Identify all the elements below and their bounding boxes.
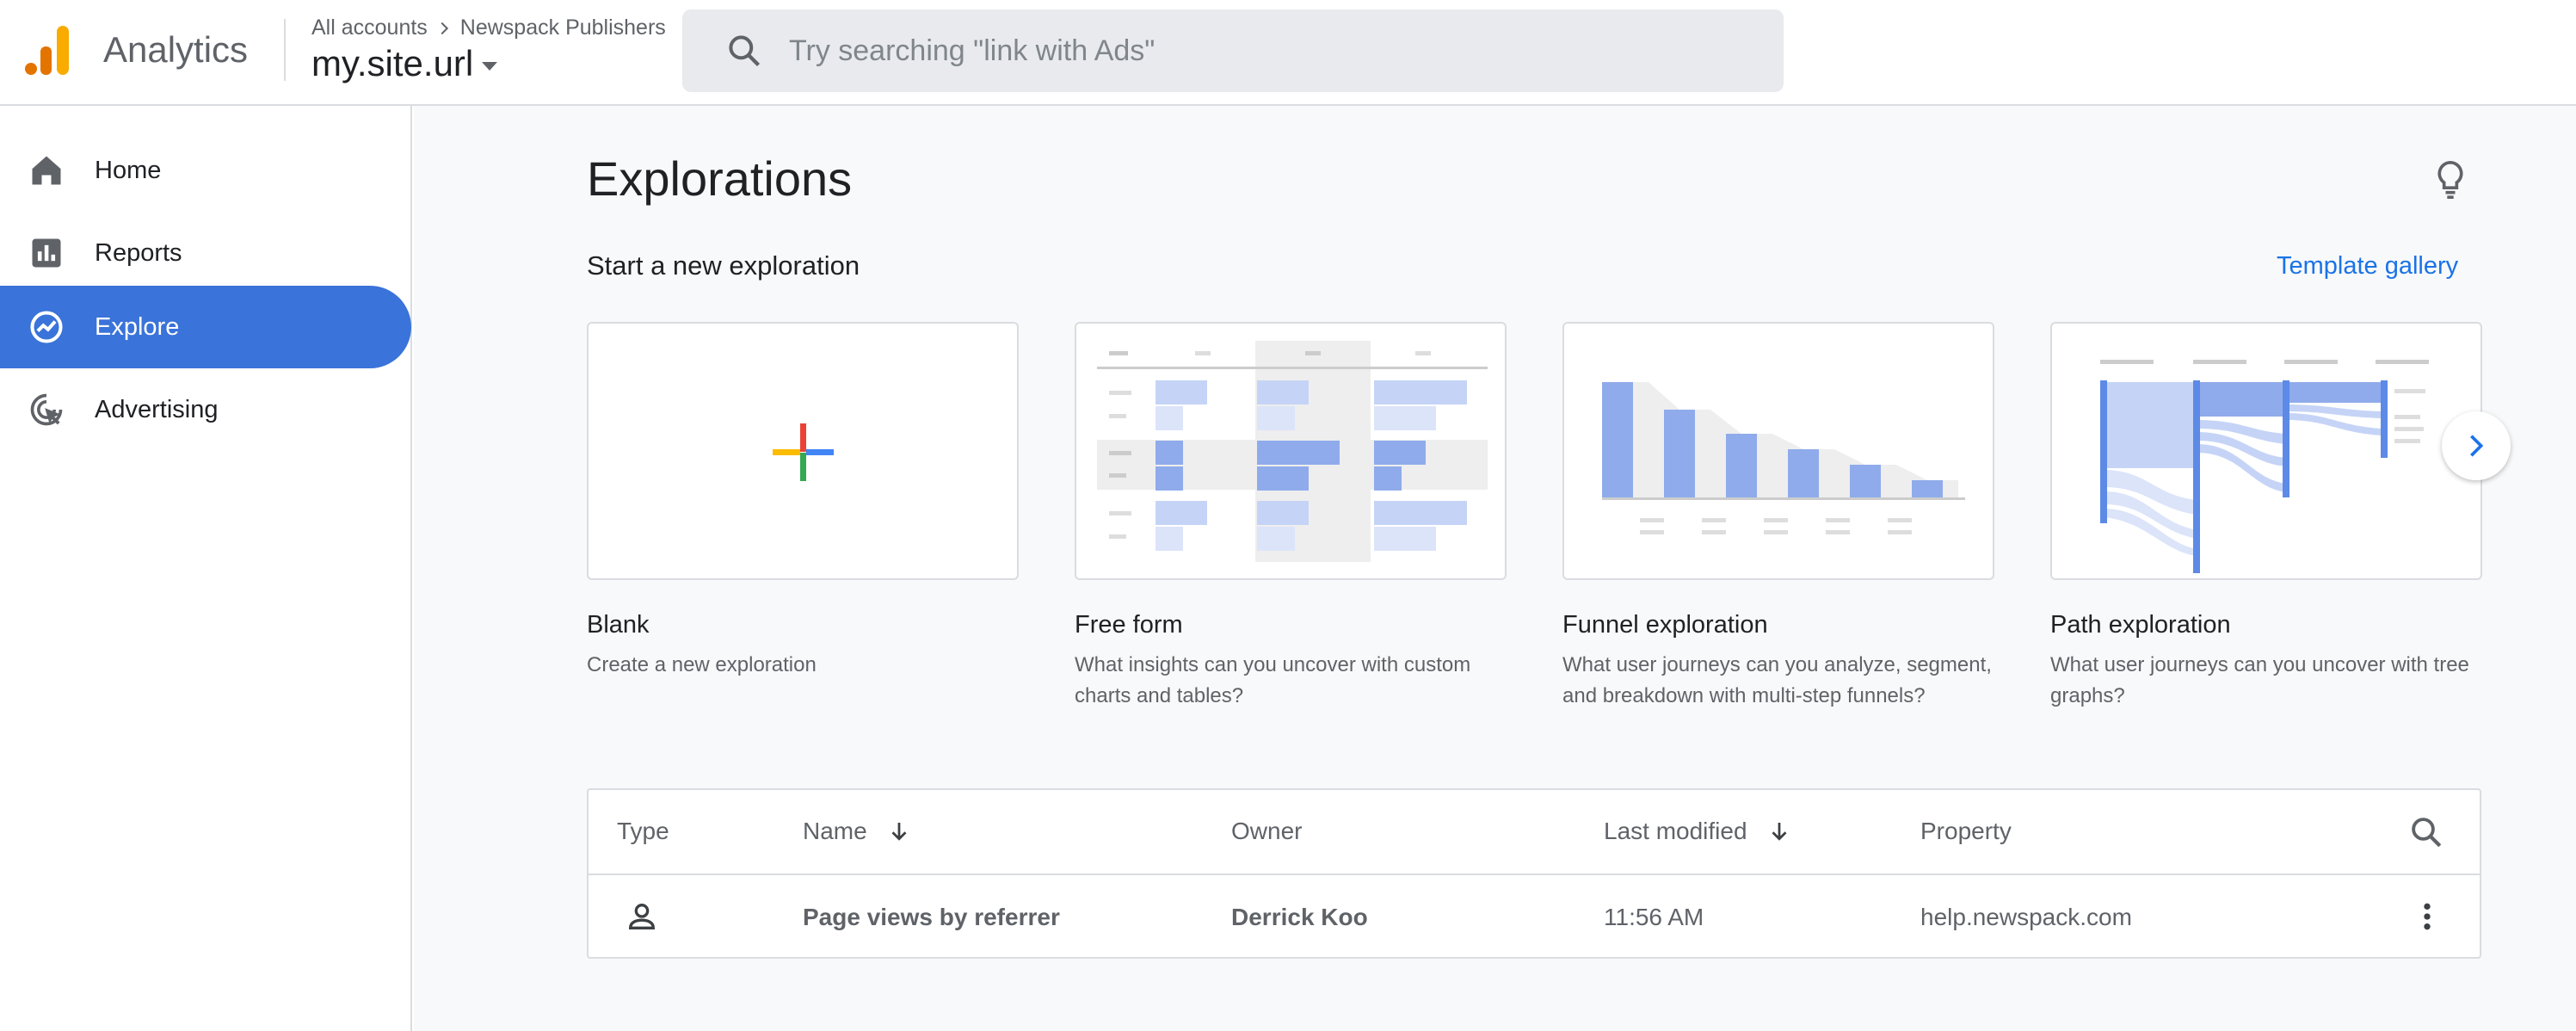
card-thumbnail[interactable] [587, 322, 1019, 580]
sidebar-item-label: Reports [95, 238, 182, 267]
search-icon [729, 35, 761, 67]
chevron-right-icon [2470, 435, 2484, 457]
template-gallery-link[interactable]: Template gallery [2277, 252, 2458, 281]
sidebar-item-label: Home [95, 156, 162, 184]
row-owner: Derrick Koo [1231, 904, 1368, 930]
card-thumbnail[interactable] [1075, 322, 1507, 580]
main-content: Explorations Start a new exploration Tem… [414, 106, 2576, 1031]
table-header-row: Type Name Owner Last modified Property [589, 790, 2480, 875]
card-thumbnail[interactable] [1562, 322, 1994, 580]
google-plus-icon [773, 423, 834, 481]
page-title: Explorations [587, 151, 853, 206]
card-thumbnail[interactable] [2050, 322, 2482, 580]
path-tree-illustration [2100, 360, 2429, 573]
exploration-card-funnel[interactable]: Funnel exploration What user journeys ca… [1562, 322, 1994, 712]
column-header-name[interactable]: Name [803, 818, 912, 845]
card-description: What insights can you uncover with custo… [1075, 653, 1471, 707]
breadcrumb-property-group[interactable]: Newspack Publishers [460, 15, 666, 40]
next-templates-button[interactable] [2442, 411, 2511, 480]
sidebar-item-label: Explore [95, 312, 180, 341]
more-vert-icon[interactable] [2410, 899, 2444, 934]
column-header-last-modified[interactable]: Last modified [1604, 818, 1792, 845]
property-selector[interactable]: my.site.url [311, 43, 498, 84]
breadcrumb-account[interactable]: All accounts [311, 15, 428, 40]
card-title: Funnel exploration [1562, 611, 1768, 639]
card-title: Path exploration [2050, 611, 2231, 639]
sidebar-item-label: Advertising [95, 395, 219, 423]
person-icon [628, 904, 656, 929]
funnel-chart-illustration [1602, 382, 1965, 534]
sidebar-item-home[interactable]: Home [0, 129, 411, 212]
exploration-card-path[interactable]: Path exploration What user journeys can … [2050, 322, 2482, 712]
card-description: Create a new exploration [587, 653, 817, 676]
home-icon [32, 156, 61, 185]
column-header-type[interactable]: Type [617, 818, 669, 845]
row-last-modified: 11:56 AM [1604, 904, 1704, 930]
header-divider [284, 19, 286, 81]
top-app-bar: Analytics All accounts Newspack Publishe… [0, 0, 2576, 106]
row-name[interactable]: Page views by referrer [803, 904, 1060, 931]
section-title: Start a new exploration [587, 250, 860, 281]
search-bar[interactable] [682, 9, 1784, 92]
explore-icon [30, 311, 63, 343]
analytics-logo-icon[interactable] [24, 24, 71, 76]
sidebar-item-explore[interactable]: Explore [0, 286, 411, 368]
row-property: help.newspack.com [1920, 904, 2132, 930]
app-title: Analytics [103, 29, 249, 70]
card-title: Blank [587, 611, 650, 639]
card-title: Free form [1075, 611, 1183, 639]
card-description: What user journeys can you analyze, segm… [1562, 653, 1992, 707]
search-input[interactable] [789, 34, 1735, 68]
table-search-icon[interactable] [2408, 814, 2444, 850]
exploration-card-blank[interactable]: Blank Create a new exploration [587, 322, 1019, 681]
sidebar-item-reports[interactable]: Reports [0, 212, 411, 294]
sidebar-item-advertising[interactable]: Advertising [0, 368, 411, 451]
card-description: What user journeys can you uncover with … [2050, 653, 2469, 707]
sort-arrow-down-icon[interactable] [1766, 818, 1792, 844]
column-header-property[interactable]: Property [1920, 818, 2012, 845]
exploration-card-free-form[interactable]: Free form What insights can you uncover … [1075, 322, 1507, 712]
lightbulb-icon[interactable] [2431, 159, 2469, 201]
reports-icon [32, 238, 61, 268]
chevron-right-icon [441, 22, 448, 34]
breadcrumb[interactable]: All accounts Newspack Publishers [311, 15, 666, 40]
sort-arrow-down-icon[interactable] [886, 818, 912, 844]
table-row[interactable]: Page views by referrer Derrick Koo 11:56… [589, 875, 2480, 960]
column-header-owner[interactable]: Owner [1231, 818, 1302, 845]
free-form-table-illustration [1097, 341, 1488, 562]
advertising-icon [30, 393, 63, 426]
dropdown-caret-icon [482, 62, 498, 71]
property-name: my.site.url [311, 43, 474, 83]
sidebar-nav: Home Reports Explore Advertising [0, 106, 412, 1031]
explorations-table: Type Name Owner Last modified Property P… [587, 788, 2481, 959]
